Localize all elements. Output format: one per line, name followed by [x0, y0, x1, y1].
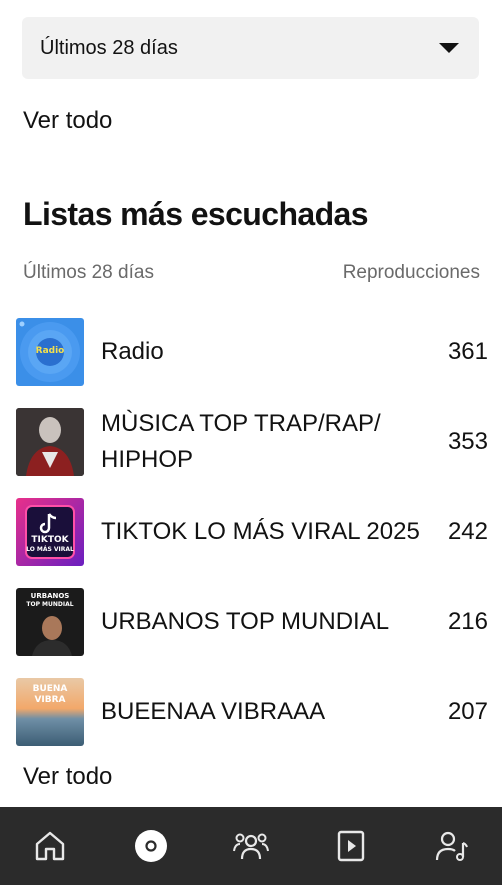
playlist-cover: BUENA VIBRA — [16, 678, 84, 746]
nav-video[interactable] — [326, 821, 376, 871]
playlist-name: URBANOS TOP MUNDIAL — [101, 608, 390, 635]
playlist-cover: TIKTOK LO MÁS VIRAL — [16, 498, 84, 566]
see-all-link[interactable]: Ver todo — [23, 107, 112, 135]
nav-profile[interactable] — [427, 821, 477, 871]
list-item[interactable]: MÙSICA TOP TRAP/RAP/ HIPHOP 353 — [16, 397, 488, 487]
playlist-list: Radio Radio 361 MÙSICA TOP TRAP/RAP/ HIP… — [16, 307, 488, 757]
playlist-cover: Radio — [16, 318, 84, 386]
playlist-plays: 353 — [447, 428, 488, 455]
list-item[interactable]: BUENA VIBRA BUEENAA VIBRAAA 207 — [16, 667, 488, 757]
playlist-plays: 242 — [447, 518, 488, 545]
period-label: Últimos 28 días — [23, 262, 154, 283]
cover-sublabel: LO MÁS VIRAL — [26, 546, 74, 553]
playlist-cover: URBANOS TOP MUNDIAL — [16, 588, 84, 656]
nav-home[interactable] — [25, 821, 75, 871]
playlist-plays: 207 — [447, 698, 488, 725]
list-item[interactable]: URBANOS TOP MUNDIAL URBANOS TOP MUNDIAL … — [16, 577, 488, 667]
music-disc-icon — [134, 830, 167, 862]
cover-label: TIKTOK — [31, 535, 69, 545]
playlist-cover — [16, 408, 84, 476]
list-item[interactable]: TIKTOK LO MÁS VIRAL TIKTOK LO MÁS VIRAL … — [16, 487, 488, 577]
nav-audience[interactable] — [226, 821, 276, 871]
video-icon — [338, 830, 365, 862]
cover-sublabel: TOP MUNDIAL — [26, 601, 74, 608]
artist-profile-icon — [435, 831, 468, 861]
nav-music[interactable] — [126, 821, 176, 871]
cover-label: URBANOS — [30, 592, 70, 600]
playlist-plays: 361 — [447, 338, 488, 365]
period-dropdown-value: Últimos 28 días — [40, 36, 178, 59]
list-item[interactable]: Radio Radio 361 — [16, 307, 488, 397]
bottom-navigation — [0, 807, 502, 885]
playlist-name: MÙSICA TOP TRAP/RAP/ HIPHOP — [101, 410, 381, 473]
audience-icon — [232, 833, 269, 860]
cover-label: BUENA — [32, 684, 68, 694]
playlist-name: Radio — [101, 338, 164, 365]
plays-column-label: Reproducciones — [342, 262, 480, 283]
section-title: Listas más escuchadas — [23, 196, 369, 232]
cover-sublabel: VIBRA — [34, 695, 66, 705]
playlist-plays: 216 — [447, 608, 488, 635]
cover-label: Radio — [35, 346, 65, 356]
playlist-name: BUEENAA VIBRAAA — [101, 698, 326, 725]
playlist-name: TIKTOK LO MÁS VIRAL 2025 — [101, 518, 420, 545]
home-icon — [35, 831, 65, 861]
period-dropdown[interactable]: Últimos 28 días — [22, 17, 479, 79]
chevron-down-icon — [439, 43, 459, 53]
see-all-link[interactable]: Ver todo — [23, 763, 112, 791]
